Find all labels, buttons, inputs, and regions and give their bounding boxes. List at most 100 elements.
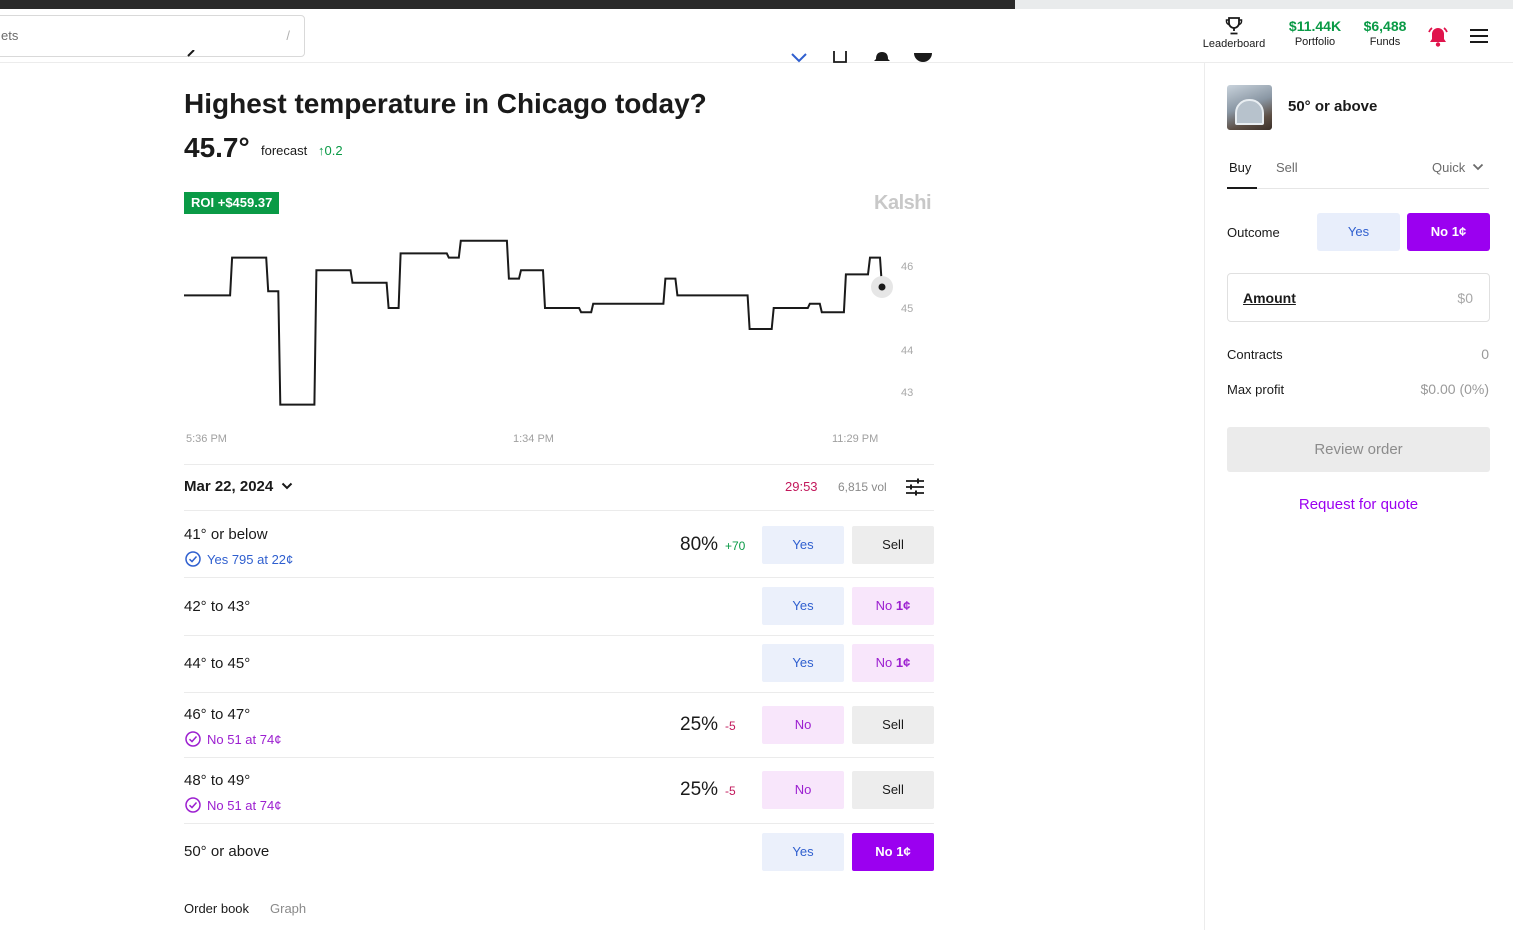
order-type-select[interactable]: Quick <box>1432 160 1484 175</box>
max-profit-label: Max profit <box>1227 382 1285 397</box>
brand-watermark: Kalshi <box>874 192 932 214</box>
sell-button[interactable]: Sell <box>852 526 934 564</box>
no-button[interactable]: No <box>762 706 844 744</box>
amount-value: $0 <box>1457 290 1473 306</box>
divider <box>184 510 934 511</box>
forecast-value: 45.7° <box>184 132 250 163</box>
volume: 6,815 vol <box>838 480 887 494</box>
tab-graph[interactable]: Graph <box>270 901 306 916</box>
row-label: 50° or above <box>184 843 270 860</box>
search-shortcut: / <box>286 28 290 43</box>
menu-icon[interactable] <box>1469 28 1489 44</box>
yes-button[interactable]: Yes <box>762 833 844 871</box>
tab-sell[interactable]: Sell <box>1276 160 1298 175</box>
chevron-down-icon <box>282 482 293 490</box>
alert-icon[interactable] <box>873 50 891 64</box>
tab-active-indicator <box>1227 187 1257 189</box>
sell-button[interactable]: Sell <box>852 706 934 744</box>
market-image-arch <box>1235 99 1264 125</box>
chevron-down-icon <box>1472 163 1483 171</box>
position-note: No 51 at 74¢ <box>185 731 281 747</box>
outcome-no-button[interactable]: No 1¢ <box>1407 213 1490 251</box>
order-panel-title: 50° or above <box>1288 98 1378 115</box>
market-title: Highest temperature in Chicago today? <box>184 88 707 119</box>
no-button-selected[interactable]: No 1¢ <box>852 833 934 871</box>
browser-top-strip <box>0 0 1513 9</box>
contracts-value: 0 <box>1481 346 1489 362</box>
back-icon[interactable] <box>184 50 198 64</box>
no-price: 1¢ <box>895 655 911 670</box>
position-text: No 51 at 74¢ <box>207 798 282 813</box>
date-selector[interactable]: Mar 22, 2024 <box>184 478 293 495</box>
bell-icon[interactable] <box>1426 26 1450 48</box>
date-text: Mar 22, 2024 <box>184 478 274 495</box>
no-price: 1¢ <box>895 598 911 613</box>
funds-button[interactable]: $6,488 Funds <box>1356 17 1414 49</box>
forecast-label: forecast <box>261 143 308 158</box>
position-note: Yes 795 at 22¢ <box>185 551 293 567</box>
top-strip-light <box>1015 0 1513 9</box>
tab-order-book[interactable]: Order book <box>184 901 249 916</box>
y-tick-label: 43 <box>901 387 913 399</box>
portfolio-label: Portfolio <box>1294 36 1336 48</box>
position-text: No 51 at 74¢ <box>207 732 282 747</box>
info-icon[interactable] <box>914 50 932 64</box>
amount-input[interactable]: Amount $0 <box>1227 273 1490 322</box>
sell-button[interactable]: Sell <box>852 771 934 809</box>
check-circle-icon <box>185 551 201 567</box>
check-circle-icon <box>185 797 201 813</box>
y-tick-label: 44 <box>901 345 913 357</box>
search-input[interactable]: ets / <box>0 15 305 57</box>
request-quote-link[interactable]: Request for quote <box>1227 496 1490 513</box>
yes-button[interactable]: Yes <box>762 587 844 625</box>
y-tick-label: 45 <box>901 303 913 315</box>
countdown-timer: 29:53 <box>785 479 818 494</box>
current-point <box>878 283 886 291</box>
portfolio-button[interactable]: $11.44K Portfolio <box>1284 17 1346 49</box>
row-label: 41° or below <box>184 526 268 543</box>
outcome-yes-button[interactable]: Yes <box>1317 213 1400 251</box>
filters-icon[interactable] <box>905 478 925 496</box>
x-tick-label: 1:34 PM <box>513 433 554 445</box>
y-tick-label: 46 <box>901 261 913 273</box>
review-order-button[interactable]: Review order <box>1227 427 1490 472</box>
probability: 80% <box>680 534 719 555</box>
market-image <box>1227 85 1272 130</box>
funds-label: Funds <box>1369 36 1401 48</box>
position-note: No 51 at 74¢ <box>185 797 281 813</box>
position-text: Yes 795 at 22¢ <box>207 552 294 567</box>
price-chart[interactable]: 46 45 44 43 <box>184 220 934 430</box>
row-label: 42° to 43° <box>184 598 251 615</box>
max-profit-value: $0.00 (0%) <box>1420 381 1489 397</box>
divider <box>184 635 934 636</box>
no-button[interactable]: No 1¢ <box>852 587 934 625</box>
no-label: No <box>875 598 893 613</box>
yes-button[interactable]: Yes <box>762 644 844 682</box>
divider <box>184 823 934 824</box>
row-label: 44° to 45° <box>184 655 251 672</box>
outcome-label: Outcome <box>1227 225 1280 240</box>
probability: 25% <box>680 779 719 800</box>
tab-buy[interactable]: Buy <box>1229 160 1251 175</box>
x-tick-label: 11:29 PM <box>832 433 879 445</box>
series-line <box>184 239 883 406</box>
no-button[interactable]: No <box>762 771 844 809</box>
divider <box>184 757 934 758</box>
search-text: ets <box>1 28 19 43</box>
probability-change: +70 <box>725 539 746 553</box>
probability-change: -5 <box>725 784 736 798</box>
portfolio-value: $11.44K <box>1288 18 1342 34</box>
share-icon[interactable] <box>832 50 848 64</box>
roi-badge: ROI +$459.37 <box>184 192 280 214</box>
embed-icon[interactable] <box>790 50 808 64</box>
probability: 25% <box>680 714 719 735</box>
check-circle-icon <box>185 731 201 747</box>
amount-label: Amount <box>1243 290 1296 306</box>
row-label: 48° to 49° <box>184 772 251 789</box>
divider <box>184 577 934 578</box>
no-button[interactable]: No 1¢ <box>852 644 934 682</box>
no-label: No <box>875 655 893 670</box>
leaderboard-button[interactable]: Leaderboard <box>1196 17 1272 51</box>
leaderboard-label: Leaderboard <box>1202 38 1266 50</box>
yes-button[interactable]: Yes <box>762 526 844 564</box>
